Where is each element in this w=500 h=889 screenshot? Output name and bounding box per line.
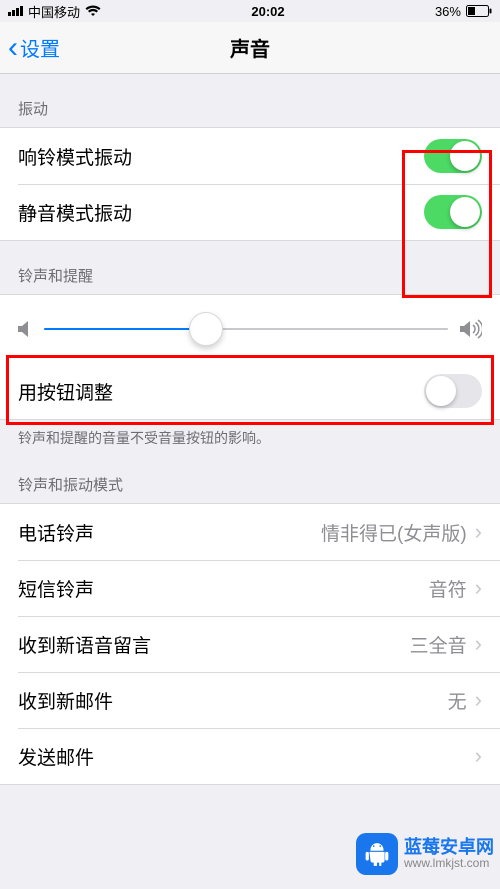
watermark: 蓝莓安卓网 www.lmkjst.com [356,833,494,875]
chevron-right-icon: › [475,519,482,545]
cell-ring-vibrate[interactable]: 响铃模式振动 [0,128,500,184]
cell-value: 三全音 [410,631,467,658]
cell-text-tone[interactable]: 短信铃声 音符 › [0,560,500,616]
wifi-icon [85,5,101,17]
switch-button-adjust[interactable] [424,374,482,408]
volume-high-icon [460,319,482,339]
cell-label: 响铃模式振动 [18,143,132,170]
group-vibrate: 响铃模式振动 静音模式振动 [0,127,500,241]
group-patterns: 电话铃声 情非得已(女声版) › 短信铃声 音符 › 收到新语音留言 三全音 ›… [0,503,500,785]
status-bar: 中国移动 20:02 36% [0,0,500,22]
back-label: 设置 [20,33,60,62]
page-title: 声音 [0,33,500,62]
cell-label: 发送邮件 [18,743,94,770]
slider-fill [44,328,206,330]
signal-icon [8,6,23,16]
back-button[interactable]: ‹ 设置 [0,33,60,63]
chevron-right-icon: › [475,631,482,657]
group-footer-ringer: 铃声和提醒的音量不受音量按钮的影响。 [0,420,500,458]
carrier-label: 中国移动 [28,2,80,21]
volume-slider[interactable] [44,328,448,330]
cell-value: 无 [448,687,467,714]
battery-pct-label: 36% [435,4,461,19]
cell-label: 静音模式振动 [18,199,132,226]
cell-label: 收到新邮件 [18,687,113,714]
switch-silent-vibrate[interactable] [424,195,482,229]
status-left: 中国移动 [8,2,101,21]
cell-label: 收到新语音留言 [18,631,151,658]
cell-label: 短信铃声 [18,575,94,602]
cell-value: 音符 [429,575,467,602]
watermark-title: 蓝莓安卓网 [404,838,494,858]
group-header-vibrate: 振动 [0,74,500,127]
cell-label: 电话铃声 [18,519,94,546]
cell-voicemail[interactable]: 收到新语音留言 三全音 › [0,616,500,672]
slider-thumb[interactable] [189,312,223,346]
chevron-right-icon: › [475,743,482,769]
content-scroll[interactable]: 振动 响铃模式振动 静音模式振动 铃声和提醒 用按钮调整 铃声和提醒的音量不受音… [0,74,500,785]
cell-volume-slider[interactable] [0,295,500,363]
group-header-ringer: 铃声和提醒 [0,241,500,294]
chevron-left-icon: ‹ [8,33,18,63]
navigation-bar: ‹ 设置 声音 [0,22,500,74]
status-right: 36% [435,4,492,19]
chevron-right-icon: › [475,687,482,713]
group-header-patterns: 铃声和振动模式 [0,458,500,503]
battery-icon [466,5,492,17]
cell-button-adjust[interactable]: 用按钮调整 [0,363,500,419]
cell-ringtone[interactable]: 电话铃声 情非得已(女声版) › [0,504,500,560]
group-ringer: 用按钮调整 [0,294,500,420]
cell-value: 情非得已(女声版) [321,519,467,546]
switch-ring-vibrate[interactable] [424,139,482,173]
volume-low-icon [18,320,32,338]
chevron-right-icon: › [475,575,482,601]
cell-label: 用按钮调整 [18,378,113,405]
status-time: 20:02 [251,4,284,19]
watermark-android-icon [356,833,398,875]
cell-new-mail[interactable]: 收到新邮件 无 › [0,672,500,728]
watermark-url: www.lmkjst.com [404,857,494,870]
cell-sent-mail[interactable]: 发送邮件 › [0,728,500,784]
cell-silent-vibrate[interactable]: 静音模式振动 [0,184,500,240]
